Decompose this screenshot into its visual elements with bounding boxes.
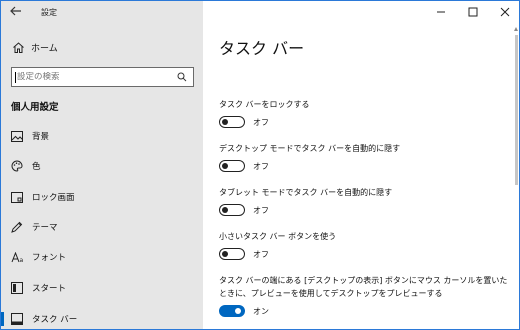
search-box[interactable]	[11, 67, 194, 87]
sidebar-item-label: 色	[32, 162, 41, 172]
setting-lock-taskbar: タスク バーをロックする オフ	[219, 98, 509, 128]
font-icon: a	[10, 250, 24, 264]
toggle-knob	[222, 250, 228, 257]
setting-peek-preview: タスク バーの端にある [デスクトップの表示] ボタンにマウス カーソルを置いた…	[219, 274, 509, 317]
toggle-knob	[222, 206, 228, 213]
theme-icon	[10, 220, 24, 234]
toggle-row: オフ	[219, 204, 509, 216]
sidebar-item-label: フォント	[32, 253, 67, 263]
lock-screen-icon	[10, 190, 24, 204]
toggle-switch[interactable]	[219, 204, 245, 216]
maximize-button[interactable]	[457, 1, 489, 23]
toggle-knob	[222, 162, 228, 169]
sidebar-item-label: テーマ	[32, 223, 58, 233]
setting-description: 小さいタスク バー ボタンを使う	[219, 232, 337, 241]
close-icon	[500, 7, 510, 17]
setting-autohide-desktop: デスクトップ モードでタスク バーを自動的に隠す オフ	[219, 142, 509, 172]
palette-icon	[10, 159, 24, 173]
maximize-icon	[468, 7, 478, 17]
page-title: タスク バー	[219, 39, 305, 58]
home-icon	[11, 40, 25, 54]
toggle-state-label: オフ	[253, 205, 269, 215]
start-icon	[10, 281, 24, 295]
sidebar-item-taskbar[interactable]: タスク バー	[1, 309, 203, 329]
settings-window: 設定 ホーム 個人用設定 背景 色	[0, 0, 520, 330]
toggle-row: オフ	[219, 160, 509, 172]
window-controls	[425, 1, 519, 23]
sidebar-item-label: 背景	[32, 132, 50, 142]
app-title: 設定	[41, 7, 57, 17]
sidebar: 設定 ホーム 個人用設定 背景 色	[1, 1, 203, 329]
scrollbar[interactable]	[514, 27, 519, 327]
toggle-state-label: オフ	[253, 117, 269, 127]
scroll-up-arrow-icon[interactable]	[514, 27, 518, 31]
sidebar-item-background[interactable]: 背景	[1, 126, 203, 146]
search-icon[interactable]	[177, 72, 187, 82]
sidebar-item-fonts[interactable]: a フォント	[1, 247, 203, 267]
setting-autohide-tablet: タブレット モードでタスク バーを自動的に隠す オフ	[219, 186, 509, 216]
toggle-state-label: オン	[253, 306, 269, 316]
home-link[interactable]: ホーム	[1, 37, 203, 57]
sidebar-item-label: スタート	[32, 284, 67, 294]
scrollbar-thumb[interactable]	[515, 35, 518, 185]
toggle-state-label: オフ	[253, 249, 269, 259]
title-bar-left: 設定	[1, 1, 203, 23]
back-button[interactable]	[1, 1, 31, 23]
toggle-row: オン	[219, 305, 509, 317]
toggle-row: オフ	[219, 248, 509, 260]
close-button[interactable]	[489, 1, 519, 23]
toggle-switch[interactable]	[219, 248, 245, 260]
toggle-state-label: オフ	[253, 161, 269, 171]
sidebar-item-themes[interactable]: テーマ	[1, 217, 203, 237]
minimize-button[interactable]	[425, 1, 457, 23]
main-content: タスク バー タスク バーをロックする オフ デスクトップ モードでタスク バー…	[203, 1, 519, 329]
sidebar-item-label: ロック画面	[32, 193, 75, 203]
setting-small-buttons: 小さいタスク バー ボタンを使う オフ	[219, 230, 509, 260]
sidebar-item-label: タスク バー	[32, 315, 78, 325]
setting-description: タブレット モードでタスク バーを自動的に隠す	[219, 188, 393, 197]
setting-description: デスクトップ モードでタスク バーを自動的に隠す	[219, 144, 401, 153]
back-arrow-icon	[10, 5, 22, 19]
svg-text:a: a	[19, 257, 23, 263]
setting-description: タスク バーをロックする	[219, 100, 310, 109]
image-icon	[10, 129, 24, 143]
toggle-switch[interactable]	[219, 305, 245, 317]
section-title: 個人用設定	[11, 102, 59, 113]
sidebar-item-colors[interactable]: 色	[1, 156, 203, 176]
sidebar-item-lock-screen[interactable]: ロック画面	[1, 187, 203, 207]
sidebar-item-start[interactable]: スタート	[1, 278, 203, 298]
home-label: ホーム	[31, 43, 58, 54]
minimize-icon	[437, 11, 445, 13]
toggle-knob	[222, 118, 228, 125]
search-input[interactable]	[15, 71, 165, 83]
toggle-switch[interactable]	[219, 116, 245, 128]
setting-description: タスク バーの端にある [デスクトップの表示] ボタンにマウス カーソルを置いた…	[219, 276, 508, 298]
toggle-row: オフ	[219, 116, 509, 128]
toggle-switch[interactable]	[219, 160, 245, 172]
taskbar-icon	[10, 312, 24, 326]
toggle-knob	[235, 307, 241, 314]
